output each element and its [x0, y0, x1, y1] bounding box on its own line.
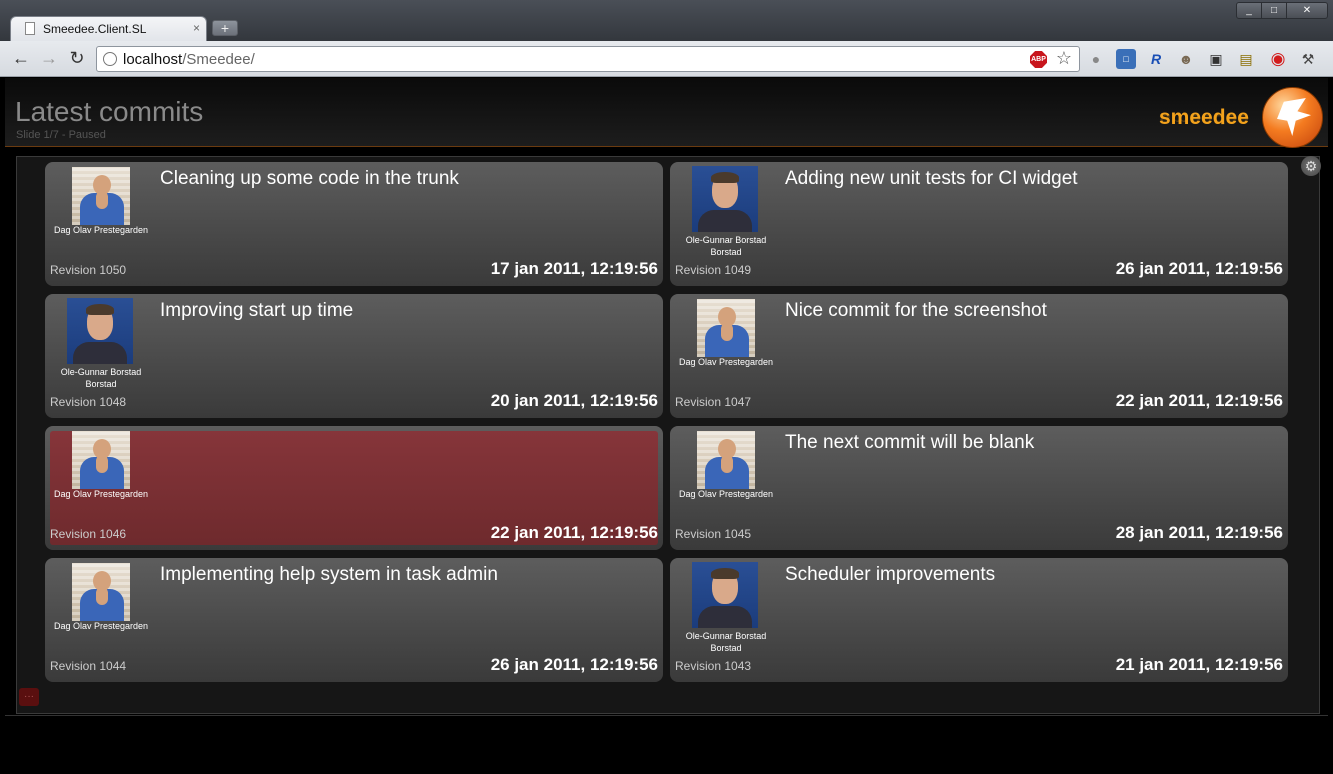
page-title: Latest commits	[15, 96, 204, 127]
avatar	[72, 167, 130, 225]
sab-extension-icon[interactable]: ▤	[1236, 49, 1256, 69]
author-name: Dag Olav Prestegarden	[45, 488, 157, 500]
window-titlebar: Smeedee.Client.SL × + _ □ ✕	[0, 0, 1333, 41]
author-name: Dag Olav Prestegarden	[670, 488, 782, 500]
author-name: Ole-Gunnar Borstad Borstad	[670, 630, 782, 654]
revision-label: Revision 1049	[675, 263, 752, 277]
author-name-line: Borstad	[710, 247, 742, 257]
author-name-line: Ole-Gunnar Borstad	[685, 235, 767, 245]
phone-extension-icon[interactable]: ▣	[1206, 49, 1226, 69]
commit-date: 17 jan 2011, 12:19:56	[490, 259, 658, 278]
revision-label: Revision 1050	[50, 263, 127, 277]
smeedee-logo-reflection: smeedee	[1159, 112, 1249, 126]
commit-message: Nice commit for the screenshot	[785, 300, 1047, 321]
page-icon	[25, 22, 35, 35]
commit-message: Adding new unit tests for CI widget	[785, 168, 1078, 189]
author-name: Ole-Gunnar Borstad Borstad	[670, 234, 782, 258]
commit-message: Implementing help system in task admin	[160, 564, 498, 585]
avatar	[67, 298, 133, 364]
author-name-line: Dag Olav Prestegarden	[678, 489, 774, 499]
new-tab-button[interactable]: +	[212, 20, 238, 36]
commit-card: Dag Olav Prestegarden Nice commit for the…	[670, 294, 1288, 418]
author-name-line: Dag Olav Prestegarden	[53, 225, 149, 235]
commit-card: Dag Olav Prestegarden Revision 1046 22 jan…	[45, 426, 663, 550]
avatar	[72, 431, 130, 489]
address-bar[interactable]: localhost/Smeedee/ ABP ☆	[96, 46, 1080, 72]
close-window-button[interactable]: ✕	[1286, 2, 1328, 19]
adblock-icon[interactable]: ABP	[1030, 51, 1047, 68]
revision-label: Revision 1048	[50, 395, 127, 409]
commit-date: 28 jan 2011, 12:19:56	[1115, 523, 1283, 542]
avatar	[692, 562, 758, 628]
commit-card: Ole-Gunnar Borstad Borstad Scheduler impro…	[670, 558, 1288, 682]
app-header: Latest commits Slide 1/7 - Paused smeede…	[5, 78, 1328, 148]
author-name-line: Borstad	[85, 379, 117, 389]
avatar	[72, 563, 130, 621]
avatar	[697, 431, 755, 489]
commit-card: Ole-Gunnar Borstad Borstad Improving start…	[45, 294, 663, 418]
revision-label: Revision 1045	[675, 527, 752, 541]
commit-date: 26 jan 2011, 12:19:56	[1115, 259, 1283, 278]
commit-date: 20 jan 2011, 12:19:56	[490, 391, 658, 410]
slide-control-button[interactable]: ···	[19, 688, 39, 706]
bookmark-star-icon[interactable]: ☆	[1056, 48, 1072, 69]
revision-label: Revision 1046	[50, 527, 127, 541]
avatar	[697, 299, 755, 357]
app-footer	[5, 715, 1328, 771]
browser-toolbar: ← → ↻ localhost/Smeedee/ ABP ☆ ● □ R ☻ ▣…	[0, 41, 1333, 77]
search-extension-icon[interactable]: ●	[1086, 49, 1106, 69]
author-name-line: Ole-Gunnar Borstad	[685, 631, 767, 641]
commit-message: Scheduler improvements	[785, 564, 996, 585]
commit-date: 22 jan 2011, 12:19:56	[490, 523, 658, 542]
commit-message: Cleaning up some code in the trunk	[160, 168, 459, 189]
revision-label: Revision 1043	[675, 659, 752, 673]
revision-label: Revision 1047	[675, 395, 752, 409]
tab-title: Smeedee.Client.SL	[43, 22, 147, 36]
calendar-extension-icon[interactable]: □	[1116, 49, 1136, 69]
back-icon[interactable]: ←	[10, 47, 32, 69]
slide-status: Slide 1/7 - Paused	[16, 129, 106, 141]
commit-card: Dag Olav Prestegarden The next commit wil…	[670, 426, 1288, 550]
globe-icon	[103, 52, 117, 66]
monkey-extension-icon[interactable]: ☻	[1176, 49, 1196, 69]
commit-card: Ole-Gunnar Borstad Borstad Adding new unit…	[670, 162, 1288, 286]
author-name-line: Dag Olav Prestegarden	[53, 621, 149, 631]
opera-extension-icon[interactable]: ◉	[1268, 49, 1288, 69]
smeedee-app: Latest commits Slide 1/7 - Paused smeede…	[5, 78, 1328, 771]
smeedee-logo-icon	[1262, 87, 1323, 148]
commit-message: The next commit will be blank	[785, 432, 1035, 453]
author-name-line: Borstad	[710, 643, 742, 653]
author-name: Dag Olav Prestegarden	[45, 224, 157, 236]
commit-card: Dag Olav Prestegarden Implementing help s…	[45, 558, 663, 682]
maximize-button[interactable]: □	[1261, 2, 1287, 19]
browser-tab[interactable]: Smeedee.Client.SL ×	[10, 16, 207, 41]
tab-close-icon[interactable]: ×	[193, 21, 200, 35]
author-name: Dag Olav Prestegarden	[670, 356, 782, 368]
url-text[interactable]: localhost/Smeedee/	[123, 51, 255, 68]
commit-date: 22 jan 2011, 12:19:56	[1115, 391, 1283, 410]
commit-message: Improving start up time	[160, 300, 354, 321]
r-extension-icon[interactable]: R	[1146, 49, 1166, 69]
avatar	[692, 166, 758, 232]
author-name: Ole-Gunnar Borstad Borstad	[45, 366, 157, 390]
commit-date: 26 jan 2011, 12:19:56	[490, 655, 658, 674]
author-name-line: Dag Olav Prestegarden	[53, 489, 149, 499]
commit-date: 21 jan 2011, 12:19:56	[1115, 655, 1283, 674]
author-name: Dag Olav Prestegarden	[45, 620, 157, 632]
minimize-button[interactable]: _	[1236, 2, 1262, 19]
wrench-icon[interactable]: ⚒	[1298, 49, 1318, 69]
revision-label: Revision 1044	[50, 659, 127, 673]
author-name-line: Ole-Gunnar Borstad	[60, 367, 142, 377]
commit-card: Dag Olav Prestegarden Cleaning up some co…	[45, 162, 663, 286]
reload-icon[interactable]: ↻	[66, 47, 88, 69]
author-name-line: Dag Olav Prestegarden	[678, 357, 774, 367]
forward-icon[interactable]: →	[38, 47, 60, 69]
settings-gear-icon[interactable]: ⚙	[1301, 156, 1321, 176]
